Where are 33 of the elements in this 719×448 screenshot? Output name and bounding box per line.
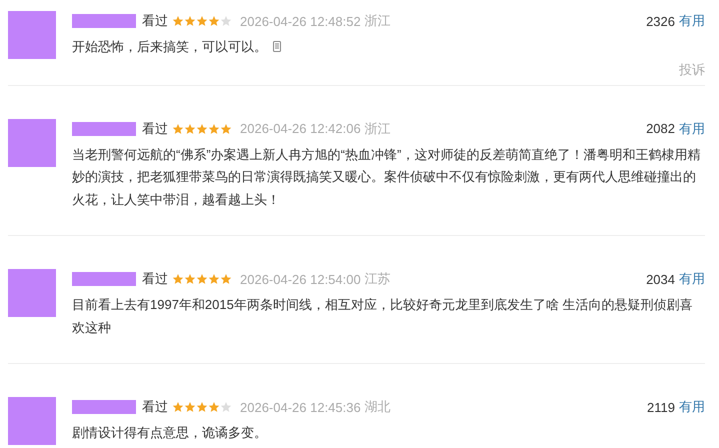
redacted-username: [72, 400, 136, 414]
watch-status: 看过: [142, 270, 168, 288]
redacted-username: [72, 122, 136, 136]
comment-text: 剧情设计得有点意思，诡谲多变。: [72, 424, 268, 442]
vote-count: 2326: [646, 14, 675, 28]
comment-time: 2026-04-26 12:42:06: [240, 121, 361, 136]
comment-region: 浙江: [364, 120, 391, 138]
comment-time: 2026-04-26 12:48:52: [240, 14, 361, 28]
comment-time: 2026-04-26 12:54:00: [240, 272, 361, 286]
comment-text: 开始恐怖，后来搞笑，可以可以。: [72, 36, 705, 58]
watch-status: 看过: [142, 120, 168, 138]
avatar[interactable]: [8, 118, 56, 166]
watch-status: 看过: [142, 12, 168, 30]
useful-link[interactable]: 有用: [679, 12, 705, 30]
redacted-username: [72, 14, 136, 28]
vote-count: 2119: [647, 400, 675, 414]
comment-time: 2026-04-26 12:45:36: [240, 400, 361, 414]
vote-count: 2082: [646, 121, 675, 136]
useful-link[interactable]: 有用: [679, 120, 705, 138]
vote-count: 2034: [646, 272, 675, 286]
redacted-username: [72, 272, 136, 286]
comment-region: 浙江: [364, 12, 391, 30]
comment-region: 江苏: [364, 270, 391, 288]
watch-status: 看过: [142, 398, 168, 416]
avatar[interactable]: [8, 11, 56, 59]
document-icon[interactable]: [273, 41, 281, 52]
comment-text: 当老刑警何远航的“佛系”办案遇上新人冉方旭的“热血冲锋”，这对师徒的反差萌简直绝了！潘粤明和王鹤棣用精妙的演技，把老狐狸带菜鸟的日常演得既搞笑又暖心。案件侦破中不仅有惊险刺激，更有两代人思维碰撞出的火花，让人笑中带泪，越看越上头！: [72, 146, 702, 208]
avatar[interactable]: [8, 397, 56, 445]
avatar[interactable]: [8, 269, 56, 317]
comment-region: 湖北: [364, 398, 391, 416]
useful-link[interactable]: 有用: [679, 270, 705, 288]
useful-link[interactable]: 有用: [679, 398, 705, 416]
comment-text: 目前看上去有1997年和2015年两条时间线，相互对应，比较好奇元龙里到底发生了啥 生活向的悬疑刑侦剧喜欢这种: [72, 296, 694, 336]
